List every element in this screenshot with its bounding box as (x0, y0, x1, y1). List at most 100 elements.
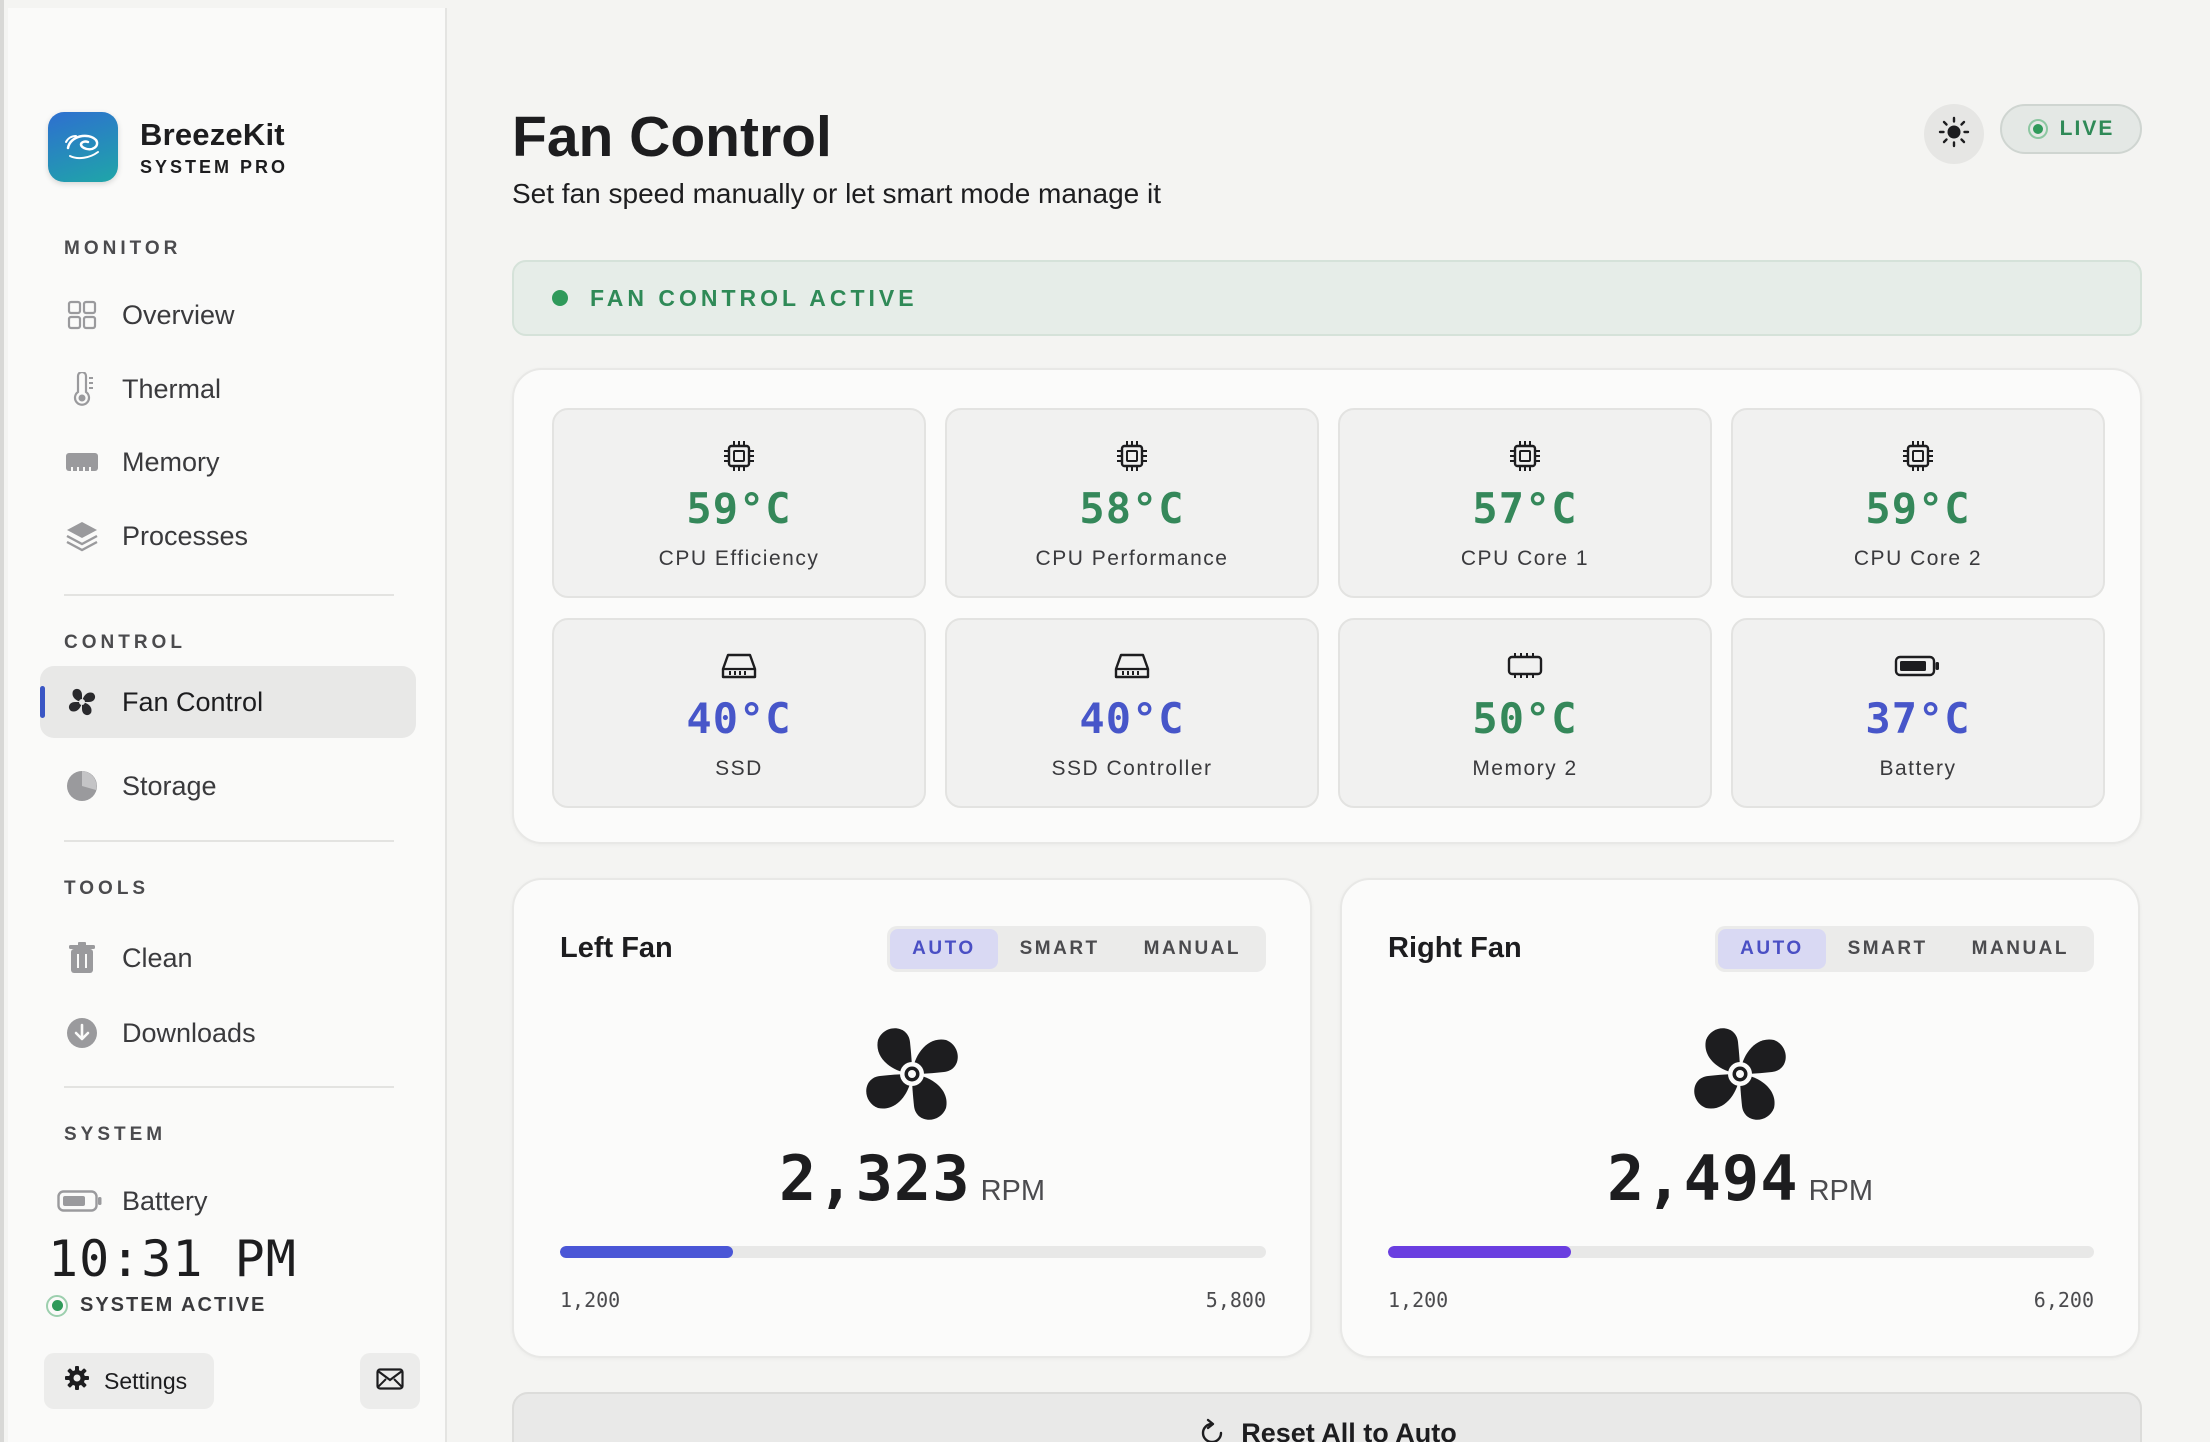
app-logo (48, 112, 118, 182)
sidebar-item-thermal[interactable]: Thermal (40, 353, 416, 425)
fan-max-rpm: 6,200 (2033, 1288, 2094, 1312)
fan-rpm-value: 2,323 (778, 1142, 971, 1215)
sidebar-item-storage[interactable]: Storage (40, 750, 416, 822)
chip-icon (1508, 438, 1542, 474)
clock: 10:31 PM (48, 1230, 297, 1288)
sidebar-item-label: Fan Control (122, 686, 264, 717)
thermometer-icon (64, 371, 100, 407)
status-banner: FAN CONTROL ACTIVE (512, 260, 2142, 336)
section-label-system: SYSTEM (64, 1124, 167, 1145)
fan-speed-fill (560, 1246, 733, 1258)
fan-card-right: Right Fan AUTO SMART MANUAL 2,494 RPM 1,… (1340, 878, 2140, 1358)
mode-manual-button[interactable]: MANUAL (1122, 929, 1263, 969)
chip-icon (1115, 438, 1149, 474)
drive-icon (720, 648, 758, 684)
mode-auto-button[interactable]: AUTO (1718, 929, 1826, 969)
live-label: LIVE (2059, 117, 2115, 140)
app-subtitle: SYSTEM PRO (140, 156, 289, 177)
section-label-control: CONTROL (64, 632, 186, 653)
sensor-card: 50°C Memory 2 (1338, 618, 1712, 808)
sensor-temperature: 57°C (1472, 484, 1578, 533)
section-label-tools: TOOLS (64, 878, 150, 899)
sensor-temperature: 58°C (1079, 484, 1185, 533)
trash-icon (64, 940, 100, 976)
sensor-temperature: 50°C (1472, 694, 1578, 743)
sidebar-item-label: Memory (122, 446, 220, 477)
sidebar-item-overview[interactable]: Overview (40, 279, 416, 351)
mode-manual-button[interactable]: MANUAL (1950, 929, 2091, 969)
sensor-label: CPU Core 1 (1460, 547, 1590, 570)
download-icon (64, 1015, 100, 1051)
fan-speed-bar (560, 1246, 1266, 1258)
sidebar: BreezeKit SYSTEM PRO MONITOR Overview Th… (8, 8, 447, 1442)
sensor-temperature: 37°C (1865, 694, 1971, 743)
sidebar-item-battery[interactable]: Battery (40, 1165, 416, 1237)
fan-rpm-value: 2,494 (1606, 1142, 1799, 1215)
settings-label: Settings (104, 1367, 188, 1394)
status-dot-icon (46, 1294, 68, 1317)
mode-smart-button[interactable]: SMART (1826, 929, 1950, 969)
sidebar-item-memory[interactable]: Memory (40, 426, 416, 498)
sensor-card: 40°C SSD (552, 618, 926, 808)
sidebar-item-downloads[interactable]: Downloads (40, 997, 416, 1069)
fan-mode-selector: AUTO SMART MANUAL (887, 926, 1266, 972)
sidebar-divider (64, 1086, 394, 1088)
live-dot-icon (2027, 119, 2048, 139)
chip-icon (722, 438, 756, 474)
brand: BreezeKit SYSTEM PRO (48, 112, 288, 182)
sidebar-item-processes[interactable]: Processes (40, 500, 416, 572)
sensor-temperature: 59°C (1865, 484, 1971, 533)
fan-min-rpm: 1,200 (560, 1288, 621, 1312)
fan-icon (856, 1018, 968, 1135)
ram-icon (1506, 648, 1544, 684)
fan-title: Left Fan (560, 932, 673, 964)
fan-icon (64, 684, 100, 720)
sensor-label: Battery (1879, 757, 1957, 780)
page-subtitle: Set fan speed manually or let smart mode… (512, 178, 1162, 209)
sensor-card: 57°C CPU Core 1 (1338, 408, 1712, 598)
fan-icon (1684, 1018, 1796, 1135)
fan-speed-bar (1388, 1246, 2094, 1258)
system-status: SYSTEM ACTIVE (46, 1294, 266, 1317)
sensor-temperature: 59°C (686, 484, 792, 533)
grid-icon (64, 297, 100, 333)
sensor-label: CPU Efficiency (658, 547, 820, 570)
sensor-card: 59°C CPU Efficiency (552, 408, 926, 598)
sidebar-divider (64, 840, 394, 842)
sensor-label: CPU Core 2 (1853, 547, 1983, 570)
mode-auto-button[interactable]: AUTO (890, 929, 998, 969)
pie-icon (64, 768, 100, 804)
sensor-panel: 59°C CPU Efficiency 58°C CPU Performance… (512, 368, 2142, 844)
fan-card-left: Left Fan AUTO SMART MANUAL 2,323 RPM 1,2… (512, 878, 1312, 1358)
feedback-button[interactable] (360, 1353, 420, 1409)
fan-rpm-unit: RPM (1808, 1175, 1874, 1207)
fan-speed-fill (1388, 1246, 1571, 1258)
settings-button[interactable]: Settings (44, 1353, 214, 1409)
app-window: BreezeKit SYSTEM PRO MONITOR Overview Th… (0, 0, 2210, 1442)
sidebar-item-label: Overview (122, 299, 235, 330)
fan-title: Right Fan (1388, 932, 1522, 964)
theme-toggle-button[interactable] (1924, 104, 1984, 164)
sidebar-item-label: Processes (122, 520, 249, 551)
reset-all-button[interactable]: Reset All to Auto (512, 1392, 2142, 1442)
sensor-label: SSD (715, 757, 763, 780)
live-indicator: LIVE (2000, 104, 2142, 154)
sidebar-item-clean[interactable]: Clean (40, 922, 416, 994)
sensor-label: CPU Performance (1035, 547, 1229, 570)
sensor-card: 40°C SSD Controller (945, 618, 1319, 808)
mode-smart-button[interactable]: SMART (998, 929, 1122, 969)
fan-speed-readout: 2,323 RPM (514, 1142, 1310, 1215)
fan-rpm-unit: RPM (980, 1175, 1046, 1207)
battery-icon (1894, 648, 1942, 684)
status-dot-icon (552, 290, 568, 306)
sidebar-item-label: Storage (122, 770, 217, 801)
fan-min-rpm: 1,200 (1388, 1288, 1449, 1312)
fan-max-rpm: 5,800 (1205, 1288, 1266, 1312)
status-banner-text: FAN CONTROL ACTIVE (590, 284, 918, 311)
reset-label: Reset All to Auto (1241, 1418, 1457, 1442)
sidebar-item-fan-control[interactable]: Fan Control (40, 666, 416, 738)
fan-speed-readout: 2,494 RPM (1342, 1142, 2138, 1215)
sensor-card: 58°C CPU Performance (945, 408, 1319, 598)
sensor-temperature: 40°C (686, 694, 792, 743)
reset-icon (1197, 1418, 1227, 1442)
